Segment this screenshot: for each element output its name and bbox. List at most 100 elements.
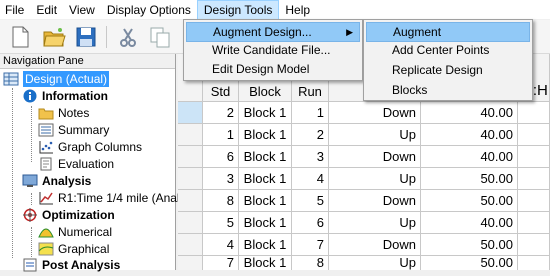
save-icon[interactable] — [74, 25, 98, 49]
cell-factor-c[interactable] — [518, 234, 550, 256]
menu-design-tools[interactable]: Design Tools — [196, 0, 280, 20]
nav-item-optimization[interactable]: Optimization — [22, 207, 115, 223]
cell-run[interactable]: 2 — [292, 124, 329, 146]
cell-factor-a[interactable]: Down — [329, 102, 421, 124]
cell-std[interactable]: 2 — [203, 102, 239, 124]
cell-block[interactable]: Block 1 — [239, 190, 292, 212]
cell-std[interactable]: 3 — [203, 168, 239, 190]
cell-factor-b[interactable]: 40.00 — [421, 212, 518, 234]
tree-connector — [31, 193, 32, 205]
cell-factor-b[interactable]: 40.00 — [421, 124, 518, 146]
nav-item-graph-columns[interactable]: Graph Columns — [38, 139, 142, 155]
cell-block[interactable]: Block 1 — [239, 256, 292, 270]
cell-factor-a[interactable]: Up — [329, 124, 421, 146]
nav-item-analysis[interactable]: Analysis — [22, 173, 91, 189]
cell-block[interactable]: Block 1 — [239, 124, 292, 146]
nav-item-notes[interactable]: Notes — [38, 105, 89, 121]
row-header[interactable] — [178, 102, 203, 124]
menu-edit[interactable]: Edit — [30, 0, 63, 20]
cell-std[interactable]: 7 — [203, 256, 239, 270]
info-icon — [22, 89, 38, 103]
cell-factor-a[interactable]: Down — [329, 146, 421, 168]
cell-factor-b[interactable]: 50.00 — [421, 234, 518, 256]
row-header[interactable] — [178, 168, 203, 190]
cell-factor-b[interactable]: 40.00 — [421, 102, 518, 124]
cell-std[interactable]: 4 — [203, 234, 239, 256]
cell-factor-c[interactable] — [518, 102, 550, 124]
menu-file[interactable]: File — [0, 0, 30, 20]
cell-std[interactable]: 6 — [203, 146, 239, 168]
design-table-icon — [3, 72, 19, 86]
nav-item-graphical[interactable]: Graphical — [38, 241, 109, 257]
cell-run[interactable]: 5 — [292, 190, 329, 212]
menu-bar: File Edit View Display Options Design To… — [0, 0, 550, 20]
open-folder-icon[interactable] — [42, 25, 66, 49]
submenu-item-add-center-points[interactable]: Add Center Points — [366, 40, 530, 60]
cell-factor-b[interactable]: 50.00 — [421, 256, 518, 270]
nav-item-evaluation[interactable]: Evaluation — [38, 156, 114, 172]
cell-run[interactable]: 4 — [292, 168, 329, 190]
cell-factor-b[interactable]: 40.00 — [421, 146, 518, 168]
new-file-icon[interactable] — [8, 25, 32, 49]
target-icon — [22, 208, 38, 222]
cell-factor-c[interactable] — [518, 168, 550, 190]
cell-run[interactable]: 1 — [292, 102, 329, 124]
menu-item-augment-design[interactable]: Augment Design... ▶ — [186, 22, 360, 42]
cell-block[interactable]: Block 1 — [239, 146, 292, 168]
cell-std[interactable]: 1 — [203, 124, 239, 146]
cell-factor-a[interactable]: Up — [329, 212, 421, 234]
graphical-icon — [38, 242, 54, 256]
cell-factor-a[interactable]: Up — [329, 168, 421, 190]
toolbar-separator — [106, 26, 107, 48]
folder-icon — [38, 106, 54, 120]
nav-item-response-r1[interactable]: R1:Time 1/4 mile (Analyz — [38, 190, 192, 206]
summary-icon — [38, 123, 54, 137]
cell-std[interactable]: 8 — [203, 190, 239, 212]
cell-factor-c[interactable] — [518, 212, 550, 234]
row-header[interactable] — [178, 124, 203, 146]
tree-connector — [12, 88, 13, 258]
row-header[interactable] — [178, 212, 203, 234]
menu-help[interactable]: Help — [279, 0, 316, 20]
nav-item-numerical[interactable]: Numerical — [38, 224, 112, 240]
cell-factor-a[interactable]: Up — [329, 256, 421, 270]
nav-item-summary[interactable]: Summary — [38, 122, 109, 138]
row-header[interactable] — [178, 190, 203, 212]
cell-block[interactable]: Block 1 — [239, 102, 292, 124]
submenu-item-augment[interactable]: Augment — [366, 22, 530, 42]
cell-factor-b[interactable]: 50.00 — [421, 190, 518, 212]
menu-display-options[interactable]: Display Options — [101, 0, 197, 20]
menu-item-edit-design-model[interactable]: Edit Design Model — [186, 59, 360, 79]
menu-view[interactable]: View — [63, 0, 101, 20]
nav-item-information[interactable]: Information — [22, 88, 108, 104]
cell-factor-c[interactable] — [518, 124, 550, 146]
submenu-item-blocks[interactable]: Blocks — [366, 80, 530, 100]
navigation-pane-title: Navigation Pane — [0, 54, 175, 69]
cell-factor-c[interactable] — [518, 190, 550, 212]
tree-connector — [31, 227, 32, 257]
cell-run[interactable]: 6 — [292, 212, 329, 234]
cell-block[interactable]: Block 1 — [239, 168, 292, 190]
cell-factor-a[interactable]: Down — [329, 190, 421, 212]
cell-factor-c[interactable] — [518, 256, 550, 270]
cell-block[interactable]: Block 1 — [239, 234, 292, 256]
numerical-icon — [38, 225, 54, 239]
cell-factor-a[interactable]: Down — [329, 234, 421, 256]
cell-block[interactable]: Block 1 — [239, 212, 292, 234]
cell-factor-b[interactable]: 50.00 — [421, 168, 518, 190]
menu-item-write-candidate-file[interactable]: Write Candidate File... — [186, 40, 360, 60]
cell-std[interactable]: 5 — [203, 212, 239, 234]
submenu-item-replicate-design[interactable]: Replicate Design — [366, 60, 530, 80]
cut-icon[interactable] — [116, 25, 140, 49]
cell-factor-c[interactable] — [518, 146, 550, 168]
cell-run[interactable]: 7 — [292, 234, 329, 256]
nav-item-design-actual[interactable]: Design (Actual) — [3, 71, 110, 87]
cell-run[interactable]: 3 — [292, 146, 329, 168]
nav-item-post-analysis[interactable]: Post Analysis — [22, 257, 120, 273]
response-icon — [38, 191, 54, 205]
copy-icon[interactable] — [148, 25, 172, 49]
row-header[interactable] — [178, 234, 203, 256]
row-header[interactable] — [178, 146, 203, 168]
cell-run[interactable]: 8 — [292, 256, 329, 270]
row-header[interactable] — [178, 256, 203, 270]
